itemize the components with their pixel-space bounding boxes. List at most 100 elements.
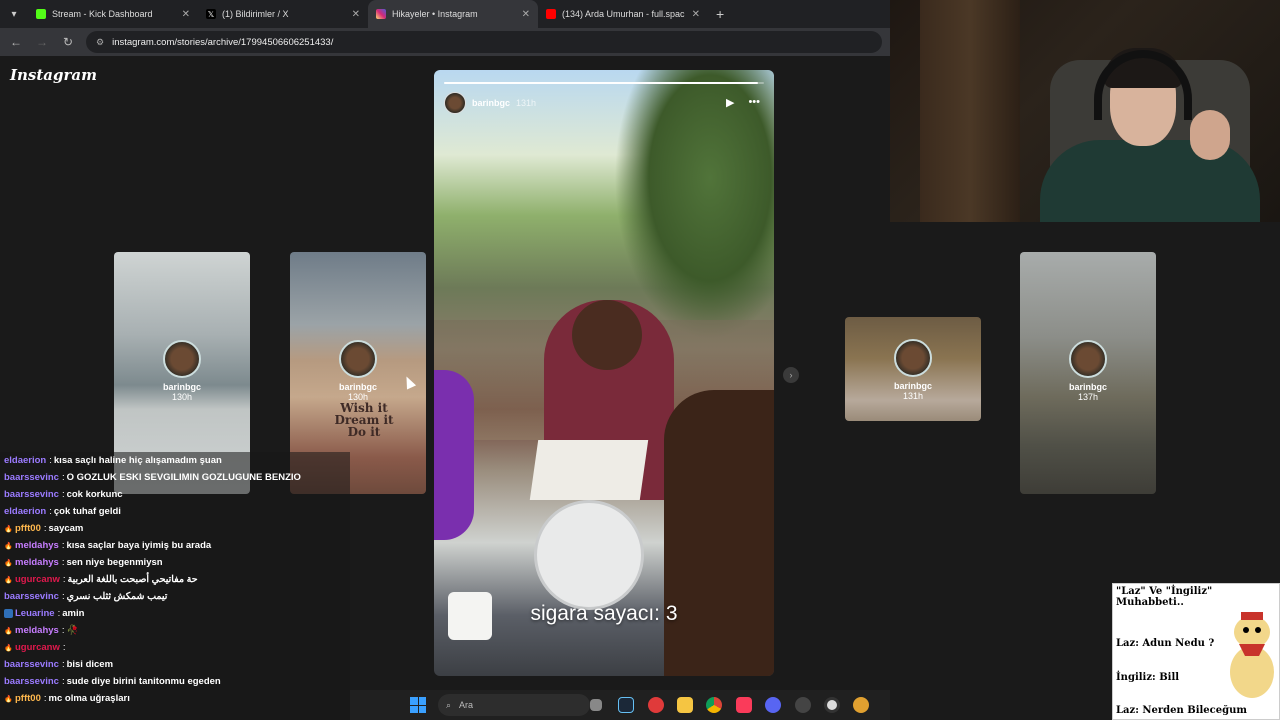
- back-arrow-icon[interactable]: ←: [8, 35, 24, 49]
- chat-username[interactable]: Leuarine: [15, 608, 55, 619]
- discord-icon[interactable]: [765, 697, 781, 713]
- chat-separator: :: [61, 676, 65, 687]
- chat-username[interactable]: baarssevinc: [4, 472, 59, 483]
- taskbar-search-box[interactable]: ⌕ Ara: [438, 694, 590, 716]
- chat-message: baarssevinc: bisi dicem: [0, 656, 350, 673]
- chat-message: 🔥 meldahys: 🥀: [0, 622, 350, 639]
- chat-separator: :: [62, 574, 66, 585]
- meme-line: İngiliz: Bill: [1116, 672, 1180, 683]
- chat-username[interactable]: pfft00: [15, 693, 41, 704]
- url-text: instagram.com/stories/archive/1799450660…: [112, 36, 334, 48]
- story-image-hair: [664, 390, 774, 676]
- tab-search-icon[interactable]: ▾: [0, 0, 28, 28]
- story-username[interactable]: barinbgc: [472, 98, 510, 108]
- thumbnail-time: 137h: [1077, 392, 1099, 402]
- windows-start-icon[interactable]: [410, 697, 426, 713]
- instagram-favicon-icon: [376, 9, 386, 19]
- chrome-icon[interactable]: [706, 697, 722, 713]
- thumbnail-username: barinbgc: [893, 381, 932, 391]
- tab-instagram-stories[interactable]: Hikayeler • Instagram ✕: [368, 0, 538, 28]
- chat-username[interactable]: pfft00: [15, 523, 41, 534]
- tab-label: Stream - Kick Dashboard: [52, 9, 153, 19]
- chat-separator: :: [43, 523, 47, 534]
- instagram-logo[interactable]: Instagram: [10, 66, 97, 84]
- chat-text: sen niye begenmiysn: [66, 557, 163, 568]
- chat-username[interactable]: meldahys: [15, 625, 59, 636]
- avatar[interactable]: [444, 92, 466, 114]
- chat-username[interactable]: baarssevinc: [4, 489, 59, 500]
- task-view-icon[interactable]: [590, 699, 602, 711]
- chat-separator: :: [61, 489, 65, 500]
- chat-text: bisi dicem: [66, 659, 114, 670]
- tab-close-icon[interactable]: ✕: [522, 9, 530, 20]
- tab-kick-dashboard[interactable]: Stream - Kick Dashboard ✕: [28, 0, 198, 28]
- chat-message: baarssevinc: sude diye birini tanitonmu …: [0, 673, 350, 690]
- meme-overlay: "Laz" Ve "İngiliz" Muhabbeti.. Laz: Adun…: [1112, 583, 1280, 720]
- chat-text: saycam: [48, 523, 84, 534]
- progress-fill: [444, 82, 758, 84]
- chat-message: eldaerion: çok tuhaf geldi: [0, 503, 350, 520]
- reload-icon[interactable]: ↻: [60, 35, 76, 49]
- chat-text: kısa saçlı haline hiç alışamadım şuan: [53, 455, 222, 466]
- chat-username[interactable]: ugurcanw: [15, 574, 60, 585]
- chat-message: eldaerion: kısa saçlı haline hiç alışama…: [0, 452, 350, 469]
- site-info-icon[interactable]: ⚙: [96, 37, 104, 48]
- search-icon: ⌕: [446, 699, 452, 710]
- chat-username[interactable]: baarssevinc: [4, 591, 59, 602]
- tab-youtube[interactable]: (134) Arda Umurhan - full.spac ✕: [538, 0, 708, 28]
- next-story-chevron-icon[interactable]: ›: [783, 367, 799, 383]
- browser-toolbar: ← → ↻ ⚙ instagram.com/stories/archive/17…: [0, 28, 890, 56]
- chat-separator: :: [61, 472, 65, 483]
- play-icon[interactable]: ▶: [726, 96, 734, 109]
- chat-username[interactable]: baarssevinc: [4, 676, 59, 687]
- story-viewer[interactable]: barinbgc 131h ▶ ••• sigara sayacı: 3: [434, 70, 774, 676]
- meme-line: Laz: Nerden Bileceğum: [1116, 705, 1247, 716]
- story-thumbnail[interactable]: barinbgc 137h: [1020, 252, 1156, 494]
- record-app-icon[interactable]: [648, 697, 664, 713]
- webcam-overlay: [890, 0, 1280, 222]
- cartoon-dog-icon: [1230, 612, 1274, 698]
- story-image-plate: [534, 500, 644, 610]
- windows-taskbar: ⌕ Ara: [350, 690, 890, 720]
- music-app-icon[interactable]: [736, 697, 752, 713]
- x-favicon-icon: 𝕏: [206, 9, 216, 19]
- app-icon[interactable]: [795, 697, 811, 713]
- chat-text: çok tuhaf geldi: [53, 506, 121, 517]
- new-tab-button[interactable]: +: [708, 6, 732, 22]
- address-bar[interactable]: ⚙ instagram.com/stories/archive/17994506…: [86, 31, 882, 53]
- forward-arrow-icon[interactable]: →: [34, 35, 50, 49]
- tab-label: (1) Bildirimler / X: [222, 9, 289, 19]
- app-icon[interactable]: [853, 697, 869, 713]
- thumbnail-time: 130h: [347, 392, 369, 402]
- tab-close-icon[interactable]: ✕: [182, 9, 190, 20]
- webcam-background: [920, 0, 1020, 222]
- avatar: [894, 339, 932, 377]
- chat-separator: :: [61, 540, 65, 551]
- tab-close-icon[interactable]: ✕: [692, 9, 700, 20]
- chat-username[interactable]: eldaerion: [4, 455, 46, 466]
- more-options-icon[interactable]: •••: [748, 96, 760, 109]
- chat-username[interactable]: baarssevinc: [4, 659, 59, 670]
- steam-icon[interactable]: [618, 697, 634, 713]
- tab-x-notifications[interactable]: 𝕏 (1) Bildirimler / X ✕: [198, 0, 368, 28]
- file-explorer-icon[interactable]: [677, 697, 693, 713]
- chat-message: baarssevinc: cok korkunc: [0, 486, 350, 503]
- chat-username[interactable]: eldaerion: [4, 506, 46, 517]
- fire-badge-icon: 🔥: [4, 627, 13, 635]
- chat-text: sude diye birini tanitonmu egeden: [66, 676, 221, 687]
- chat-username[interactable]: ugurcanw: [15, 642, 60, 653]
- obs-icon[interactable]: [824, 697, 840, 713]
- chat-username[interactable]: meldahys: [15, 557, 59, 568]
- chat-message: baarssevinc: O GOZLUK ESKI SEVGILIMIN GO…: [0, 469, 350, 486]
- chat-message: 🔥 pfft00: saycam: [0, 520, 350, 537]
- story-time: 131h: [516, 98, 537, 108]
- chat-username[interactable]: meldahys: [15, 540, 59, 551]
- chat-separator: :: [62, 642, 66, 653]
- chat-message: baarssevinc: تيمب شمكش ثثلب نسري: [0, 588, 350, 605]
- thumbnail-info: barinbgc 130h: [290, 340, 426, 402]
- chat-text: mc olma uğraşları: [48, 693, 130, 704]
- tab-close-icon[interactable]: ✕: [352, 9, 360, 20]
- chat-separator: :: [61, 591, 65, 602]
- story-thumbnail[interactable]: barinbgc 131h: [845, 317, 981, 421]
- story-image-hair-purple: [434, 370, 474, 540]
